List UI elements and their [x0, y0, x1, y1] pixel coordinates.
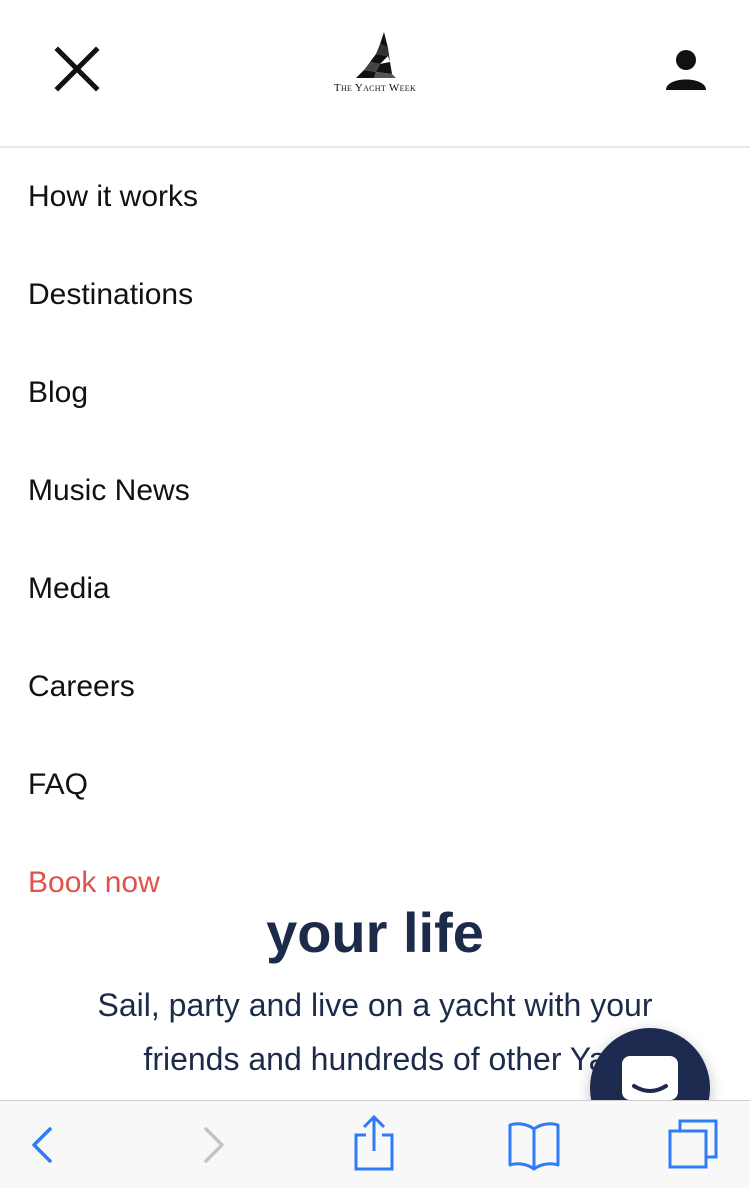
menu-item-label: Destinations	[28, 278, 194, 311]
bookmarks-icon	[508, 1122, 560, 1171]
menu-item-label: How it works	[28, 180, 199, 213]
menu-item-media[interactable]: Media	[0, 540, 750, 638]
site-header: The Yacht Week	[0, 0, 750, 148]
close-icon	[54, 46, 100, 92]
forward-icon	[204, 1127, 224, 1163]
menu-item-label: Music News	[28, 474, 190, 507]
menu-item-label: Media	[28, 572, 110, 605]
bookmarks-button[interactable]	[506, 1121, 562, 1171]
menu-item-music-news[interactable]: Music News	[0, 442, 750, 540]
menu-item-how-it-works[interactable]: How it works	[0, 148, 750, 246]
menu-item-blog[interactable]: Blog	[0, 344, 750, 442]
back-icon	[32, 1127, 52, 1163]
menu-item-faq[interactable]: FAQ	[0, 736, 750, 834]
tabs-icon	[668, 1119, 718, 1169]
menu-item-label: Careers	[28, 670, 135, 703]
account-button[interactable]	[662, 46, 710, 94]
menu-item-careers[interactable]: Careers	[0, 638, 750, 736]
sail-logo-icon	[356, 32, 396, 78]
nav-menu: How it works Destinations Blog Music New…	[0, 148, 750, 916]
share-button[interactable]	[350, 1113, 398, 1173]
menu-item-book-now[interactable]: Book now	[0, 834, 750, 899]
forward-button[interactable]	[194, 1123, 230, 1167]
menu-item-destinations[interactable]: Destinations	[0, 246, 750, 344]
tabs-button[interactable]	[666, 1117, 720, 1171]
back-button[interactable]	[26, 1123, 62, 1167]
share-icon	[354, 1114, 394, 1171]
chat-icon	[622, 1056, 678, 1100]
browser-toolbar	[0, 1100, 750, 1188]
logo-text: The Yacht Week	[333, 82, 417, 94]
logo[interactable]: The Yacht Week	[324, 30, 426, 100]
user-icon	[666, 50, 706, 90]
close-menu-button[interactable]	[52, 44, 102, 94]
book-now-label: Book now	[28, 866, 160, 899]
menu-item-label: Blog	[28, 376, 89, 409]
menu-item-label: FAQ	[28, 768, 89, 801]
